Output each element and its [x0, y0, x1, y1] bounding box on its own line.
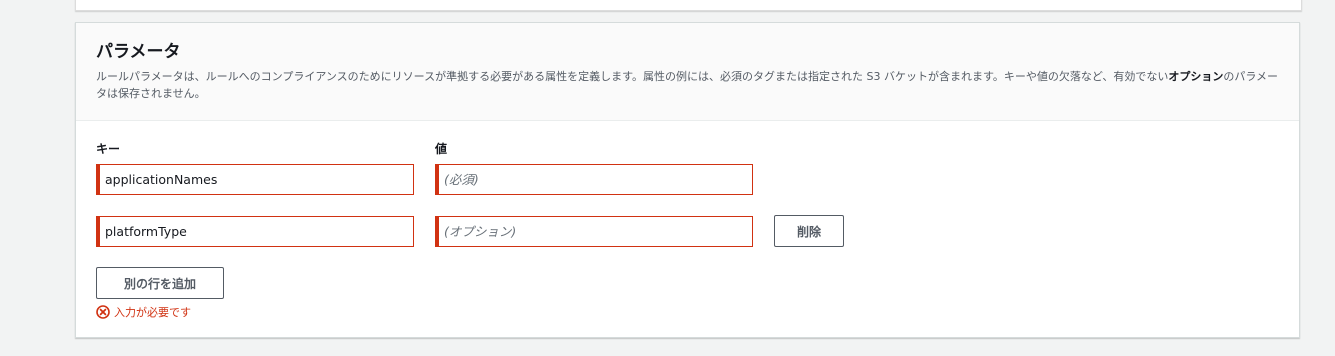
description-main: ルールパラメータは、ルールへのコンプライアンスのためにリソースが準拠する必要があ…: [96, 70, 1169, 83]
parameters-title: パラメータ: [96, 42, 181, 62]
parameters-header: パラメータ ルールパラメータは、ルールへのコンプライアンスのためにリソースが準拠…: [76, 23, 1299, 121]
value-input-1[interactable]: [435, 164, 753, 195]
key-column-label: キー: [96, 142, 121, 156]
remove-row-button[interactable]: 削除: [774, 215, 844, 247]
description-bold: オプション: [1168, 70, 1224, 83]
error-text: 入力が必要です: [114, 306, 191, 319]
key-input-2[interactable]: [96, 216, 414, 247]
key-input-1[interactable]: [96, 164, 414, 195]
validation-error: 入力が必要です: [96, 304, 191, 320]
previous-panel: [75, 0, 1302, 11]
value-input-2[interactable]: [435, 216, 753, 247]
parameters-description: ルールパラメータは、ルールへのコンプライアンスのためにリソースが準拠する必要があ…: [96, 68, 1286, 102]
add-row-button[interactable]: 別の行を追加: [96, 267, 224, 299]
parameters-panel: パラメータ ルールパラメータは、ルールへのコンプライアンスのためにリソースが準拠…: [75, 22, 1300, 338]
value-column-label: 値: [435, 142, 448, 156]
error-circle-x-icon: [96, 305, 110, 319]
